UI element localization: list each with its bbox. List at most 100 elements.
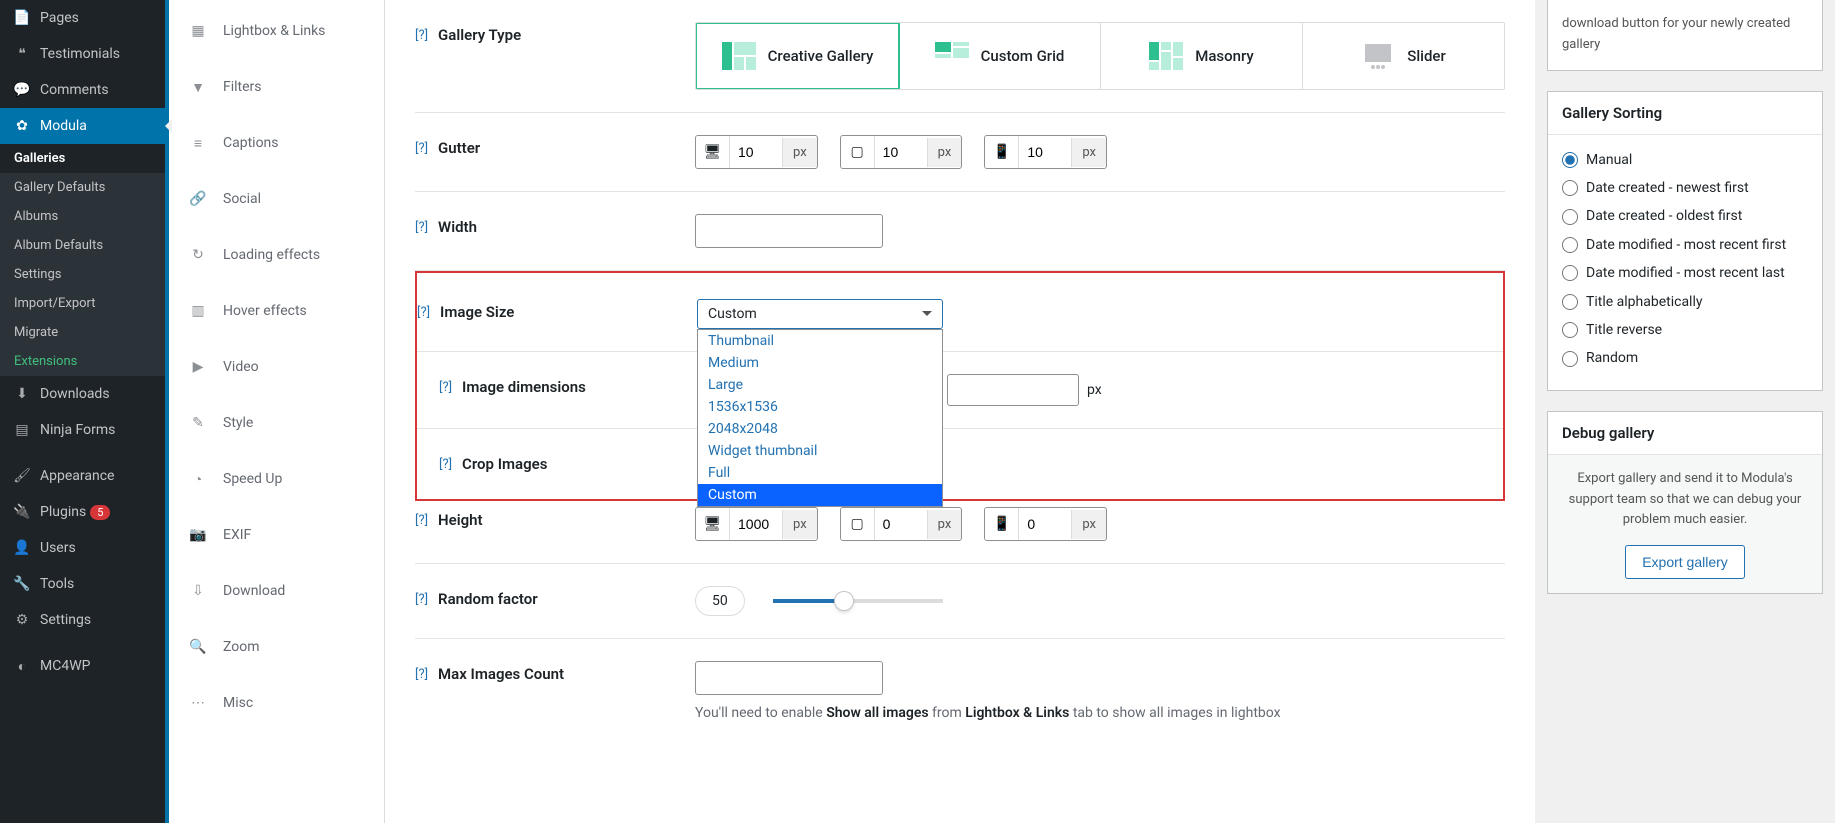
link-icon: 🔗 — [187, 188, 209, 210]
subitem-albums[interactable]: Albums — [0, 202, 165, 231]
height-mobile-input[interactable] — [1019, 510, 1071, 538]
slider-thumb[interactable] — [835, 592, 853, 610]
help-icon[interactable]: [?] — [415, 28, 428, 43]
height-tablet: ▢px — [840, 507, 963, 541]
label-image-size: Image Size — [440, 303, 514, 321]
sidebar-item-settings[interactable]: ⚙Settings — [0, 602, 165, 638]
tab-lightbox-links[interactable]: ▦Lightbox & Links — [169, 0, 384, 59]
help-icon[interactable]: [?] — [415, 667, 428, 682]
help-icon[interactable]: [?] — [439, 457, 452, 472]
width-input[interactable] — [695, 214, 883, 248]
sidebar-item-users[interactable]: 👤Users — [0, 530, 165, 566]
tab-filters[interactable]: ▼Filters — [169, 59, 384, 115]
tablet-icon: ▢ — [841, 508, 875, 540]
sort-title-alpha[interactable]: Title alphabetically — [1562, 291, 1808, 313]
height-desktop-input[interactable] — [730, 510, 782, 538]
row-width: [?]Width — [415, 192, 1505, 271]
right-sidebar: download button for your newly created g… — [1535, 0, 1835, 823]
height-tablet-input[interactable] — [875, 510, 927, 538]
tab-captions[interactable]: ≡Captions — [169, 115, 384, 171]
debug-text: Export gallery and send it to Modula's s… — [1562, 469, 1808, 531]
height-desktop: 🖥px — [695, 507, 818, 541]
image-dimensions-input[interactable] — [947, 374, 1079, 406]
opt-widget[interactable]: Widget thumbnail — [698, 440, 942, 462]
label-random-factor: Random factor — [438, 590, 538, 608]
subitem-import-export[interactable]: Import/Export — [0, 289, 165, 318]
tab-hover-effects[interactable]: ▥Hover effects — [169, 283, 384, 339]
help-icon[interactable]: [?] — [415, 141, 428, 156]
help-icon[interactable]: [?] — [415, 592, 428, 607]
tab-misc[interactable]: ⋯Misc — [169, 675, 384, 731]
sort-created-newest[interactable]: Date created - newest first — [1562, 177, 1808, 199]
gutter-mobile-input[interactable] — [1019, 138, 1071, 166]
opt-medium[interactable]: Medium — [698, 352, 942, 374]
zoom-icon: 🔍 — [187, 636, 209, 658]
creative-grid-icon — [722, 42, 756, 70]
download-icon: ⬇ — [12, 384, 32, 404]
subitem-extensions[interactable]: Extensions — [0, 347, 165, 376]
subitem-galleries[interactable]: Galleries — [0, 144, 165, 173]
style-icon: ✎ — [187, 412, 209, 434]
sidebar-item-comments[interactable]: 💬Comments — [0, 72, 165, 108]
opt-thumbnail[interactable]: Thumbnail — [698, 330, 942, 352]
tab-zoom[interactable]: 🔍Zoom — [169, 619, 384, 675]
image-size-select[interactable]: Custom — [697, 299, 943, 329]
modula-icon: ✿ — [12, 116, 32, 136]
tab-style[interactable]: ✎Style — [169, 395, 384, 451]
sort-modified-last[interactable]: Date modified - most recent last — [1562, 262, 1808, 284]
gutter-desktop-input[interactable] — [730, 138, 782, 166]
random-factor-slider[interactable] — [773, 599, 943, 603]
tab-video[interactable]: ▶Video — [169, 339, 384, 395]
opt-custom[interactable]: Custom — [698, 484, 942, 506]
sidebar-item-modula[interactable]: ✿Modula — [0, 108, 165, 144]
help-icon[interactable]: [?] — [439, 380, 452, 395]
sort-random[interactable]: Random — [1562, 347, 1808, 369]
opt-2048[interactable]: 2048x2048 — [698, 418, 942, 440]
plugins-badge: 5 — [90, 505, 110, 520]
tab-loading-effects[interactable]: ↻Loading effects — [169, 227, 384, 283]
gallery-sorting-panel: Gallery Sorting Manual Date created - ne… — [1547, 91, 1823, 391]
subitem-album-defaults[interactable]: Album Defaults — [0, 231, 165, 260]
sidebar-item-appearance[interactable]: 🖌Appearance — [0, 458, 165, 494]
tab-download[interactable]: ⇩Download — [169, 563, 384, 619]
sidebar-item-tools[interactable]: 🔧Tools — [0, 566, 165, 602]
sidebar-item-pages[interactable]: 📄Pages — [0, 0, 165, 36]
sort-manual[interactable]: Manual — [1562, 149, 1808, 171]
comment-icon: 💬 — [12, 80, 32, 100]
mobile-icon: 📱 — [985, 136, 1019, 168]
label-crop-images: Crop Images — [462, 455, 547, 473]
desktop-icon: 🖥 — [696, 508, 730, 540]
gallery-type-masonry[interactable]: Masonry — [1101, 23, 1303, 89]
gallery-type-creative[interactable]: Creative Gallery — [695, 22, 900, 90]
sidebar-item-plugins[interactable]: 🔌Plugins5 — [0, 494, 165, 530]
sidebar-item-testimonials[interactable]: ❝Testimonials — [0, 36, 165, 72]
gallery-type-slider[interactable]: Slider — [1303, 23, 1504, 89]
gutter-tablet-input[interactable] — [875, 138, 927, 166]
opt-full[interactable]: Full — [698, 462, 942, 484]
sort-created-oldest[interactable]: Date created - oldest first — [1562, 205, 1808, 227]
subitem-settings[interactable]: Settings — [0, 260, 165, 289]
tab-exif[interactable]: 📷EXIF — [169, 507, 384, 563]
max-images-input[interactable] — [695, 661, 883, 695]
gallery-type-custom-grid[interactable]: Custom Grid — [899, 23, 1101, 89]
sidebar-item-mc4wp[interactable]: ◐MC4WP — [0, 648, 165, 684]
opt-large[interactable]: Large — [698, 374, 942, 396]
row-max-images: [?]Max Images Count You'll need to enabl… — [415, 639, 1505, 743]
help-icon[interactable]: [?] — [417, 305, 430, 320]
sort-title-reverse[interactable]: Title reverse — [1562, 319, 1808, 341]
forms-icon: ▤ — [12, 420, 32, 440]
export-gallery-button[interactable]: Export gallery — [1625, 545, 1745, 579]
help-icon[interactable]: [?] — [415, 220, 428, 235]
sorting-title: Gallery Sorting — [1548, 92, 1822, 135]
subitem-gallery-defaults[interactable]: Gallery Defaults — [0, 173, 165, 202]
opt-1536[interactable]: 1536x1536 — [698, 396, 942, 418]
layout-icon: ▦ — [187, 20, 209, 42]
user-icon: 👤 — [12, 538, 32, 558]
sidebar-item-ninja-forms[interactable]: ▤Ninja Forms — [0, 412, 165, 448]
tab-social[interactable]: 🔗Social — [169, 171, 384, 227]
sort-modified-first[interactable]: Date modified - most recent first — [1562, 234, 1808, 256]
subitem-migrate[interactable]: Migrate — [0, 318, 165, 347]
help-icon[interactable]: [?] — [415, 513, 428, 528]
tab-speed-up[interactable]: ◔Speed Up — [169, 451, 384, 507]
sidebar-item-downloads[interactable]: ⬇Downloads — [0, 376, 165, 412]
